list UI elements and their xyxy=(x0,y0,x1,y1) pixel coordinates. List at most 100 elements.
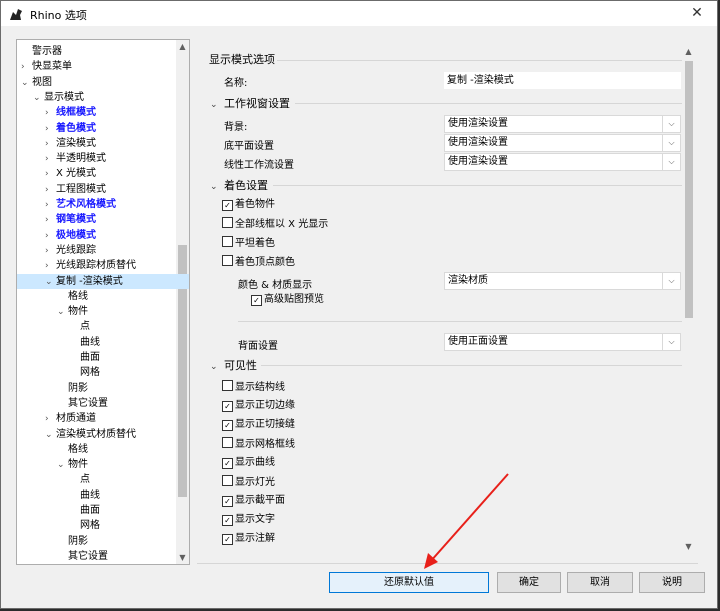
panel-scrollbar[interactable]: ▲ ▼ xyxy=(682,45,695,553)
chevron-right-icon[interactable]: › xyxy=(45,213,56,228)
chevron-down-icon[interactable]: ⌄ xyxy=(21,76,32,91)
tree-item[interactable]: 网格 xyxy=(69,518,100,533)
chevron-down-icon[interactable]: ⌵ xyxy=(662,116,680,132)
scroll-down-icon[interactable]: ▼ xyxy=(176,553,189,562)
checkbox-box[interactable]: ✓ xyxy=(222,200,233,211)
chevron-down-icon[interactable]: ⌄ xyxy=(210,362,224,372)
visibility-checkbox[interactable]: ✓ 显示文字 xyxy=(222,513,275,526)
cancel-button[interactable]: 取消 xyxy=(567,572,633,593)
chevron-down-icon[interactable]: ⌄ xyxy=(45,428,56,443)
visibility-checkbox[interactable]: 显示灯光 xyxy=(222,475,275,489)
restore-defaults-button[interactable]: 还原默认值 xyxy=(329,572,489,593)
tree-item[interactable]: › 极地模式 xyxy=(45,228,96,243)
scroll-down-icon[interactable]: ▼ xyxy=(682,542,695,551)
tree-item[interactable]: ⌄ 物件 xyxy=(57,304,88,319)
ok-button[interactable]: 确定 xyxy=(497,572,561,593)
tree-item[interactable]: › 快显菜单 xyxy=(21,59,72,74)
chevron-down-icon[interactable]: ⌵ xyxy=(662,135,680,151)
checkbox-box[interactable]: ✓ xyxy=(251,295,262,306)
chevron-right-icon[interactable]: › xyxy=(45,259,56,274)
chevron-down-icon[interactable]: ⌄ xyxy=(33,91,44,106)
tree-item[interactable]: › 工程图模式 xyxy=(45,182,106,197)
chevron-right-icon[interactable]: › xyxy=(21,60,32,75)
chevron-right-icon[interactable]: › xyxy=(45,229,56,244)
tree-item[interactable]: › 半透明模式 xyxy=(45,151,106,166)
checkbox-box[interactable] xyxy=(222,380,233,391)
linear-workflow-select[interactable]: 使用渲染设置 ⌵ xyxy=(444,153,681,171)
chevron-down-icon[interactable]: ⌵ xyxy=(662,154,680,170)
tree-item[interactable]: › 艺术风格模式 xyxy=(45,197,116,212)
hq-texture-checkbox[interactable]: ✓ 高级贴图预览 xyxy=(251,293,324,306)
visibility-checkbox[interactable]: ✓ 显示正切边缘 xyxy=(222,399,295,412)
tree-item[interactable]: › 钢笔模式 xyxy=(45,212,96,227)
tree-item[interactable]: 阴影 xyxy=(57,534,88,549)
tree-item[interactable]: 格线 xyxy=(57,289,88,304)
tree-item[interactable]: 点 xyxy=(69,472,90,487)
chevron-right-icon[interactable]: › xyxy=(45,137,56,152)
chevron-down-icon[interactable]: ⌄ xyxy=(210,100,224,110)
flat-shading-checkbox[interactable]: 平坦着色 xyxy=(222,236,275,250)
checkbox-box[interactable] xyxy=(222,475,233,486)
tree-item[interactable]: 曲线 xyxy=(69,335,100,350)
checkbox-box[interactable] xyxy=(222,236,233,247)
tree-item[interactable]: 曲面 xyxy=(69,503,100,518)
options-tree[interactable]: ▲ ▼ 警示器 › 快显菜单 ⌄ 视图 ⌄ 显示模式 › 线框模式 › 着色模式 › 渲染模式 › 半透明模… xyxy=(16,39,190,565)
tree-item[interactable]: ⌄ 复制 -渲染模式 xyxy=(17,273,189,290)
visibility-checkbox[interactable]: 显示结构线 xyxy=(222,380,285,394)
tree-item[interactable]: 其它设置 xyxy=(57,396,108,411)
visibility-checkbox[interactable]: 显示网格框线 xyxy=(222,437,295,451)
tree-item[interactable]: › 线框模式 xyxy=(45,105,96,120)
chevron-right-icon[interactable]: › xyxy=(45,198,56,213)
name-field[interactable]: 复制 -渲染模式 xyxy=(444,72,681,89)
chevron-down-icon[interactable]: ⌄ xyxy=(57,305,68,320)
tree-item[interactable]: › 着色模式 xyxy=(45,121,96,136)
backface-select[interactable]: 使用正面设置 ⌵ xyxy=(444,333,681,351)
visibility-checkbox[interactable]: ✓ 显示注解 xyxy=(222,532,275,545)
visibility-checkbox[interactable]: ✓ 显示正切接缝 xyxy=(222,418,295,431)
tree-item[interactable]: 点 xyxy=(69,319,90,334)
chevron-right-icon[interactable]: › xyxy=(45,122,56,137)
chevron-right-icon[interactable]: › xyxy=(45,106,56,121)
tree-item[interactable]: › 渲染模式 xyxy=(45,136,96,151)
chevron-right-icon[interactable]: › xyxy=(45,152,56,167)
xray-wire-checkbox[interactable]: 全部线框以 X 光显示 xyxy=(222,217,328,231)
chevron-down-icon[interactable]: ⌄ xyxy=(210,182,224,192)
tree-item[interactable]: ⌄ 显示模式 xyxy=(33,90,84,105)
tree-item[interactable]: 曲线 xyxy=(69,488,100,503)
tree-item[interactable]: › X 光模式 xyxy=(45,166,96,181)
checkbox-box[interactable]: ✓ xyxy=(222,515,233,526)
help-button[interactable]: 说明 xyxy=(639,572,705,593)
background-select[interactable]: 使用渲染设置 ⌵ xyxy=(444,115,681,133)
tree-item[interactable]: 网格 xyxy=(69,365,100,380)
visibility-checkbox[interactable]: ✓ 显示曲线 xyxy=(222,456,275,469)
tree-item[interactable]: › 光线跟踪 xyxy=(45,243,96,258)
close-icon[interactable]: ✕ xyxy=(677,1,717,26)
chevron-right-icon[interactable]: › xyxy=(45,412,56,427)
chevron-right-icon[interactable]: › xyxy=(45,167,56,182)
tree-item[interactable]: 阴影 xyxy=(57,381,88,396)
tree-scrollbar[interactable]: ▲ ▼ xyxy=(176,40,189,564)
tree-item[interactable]: ⌄ 物件 xyxy=(57,457,88,472)
checkbox-box[interactable]: ✓ xyxy=(222,496,233,507)
chevron-down-icon[interactable]: ⌄ xyxy=(57,458,68,473)
viewport-section[interactable]: ⌄ 工作视窗设置 xyxy=(210,95,290,111)
chevron-down-icon[interactable]: ⌄ xyxy=(45,275,56,290)
checkbox-box[interactable]: ✓ xyxy=(222,458,233,469)
ground-plane-select[interactable]: 使用渲染设置 ⌵ xyxy=(444,134,681,152)
chevron-down-icon[interactable]: ⌵ xyxy=(662,273,680,289)
color-material-select[interactable]: 渲染材质 ⌵ xyxy=(444,272,681,290)
scroll-up-icon[interactable]: ▲ xyxy=(682,47,695,56)
visibility-section[interactable]: ⌄ 可见性 xyxy=(210,357,257,373)
checkbox-box[interactable]: ✓ xyxy=(222,401,233,412)
vertex-colors-checkbox[interactable]: 着色顶点颜色 xyxy=(222,255,295,269)
shade-objects-checkbox[interactable]: ✓ 着色物件 xyxy=(222,198,275,211)
tree-item[interactable]: ⌄ 渲染模式材质替代 xyxy=(45,427,136,442)
checkbox-box[interactable]: ✓ xyxy=(222,534,233,545)
checkbox-box[interactable] xyxy=(222,437,233,448)
chevron-right-icon[interactable]: › xyxy=(45,183,56,198)
tree-item[interactable]: 格线 xyxy=(57,442,88,457)
chevron-down-icon[interactable]: ⌵ xyxy=(662,334,680,350)
tree-item[interactable]: 其它设置 xyxy=(57,549,108,564)
shading-section[interactable]: ⌄ 着色设置 xyxy=(210,177,268,193)
tree-item[interactable]: ⌄ 视图 xyxy=(21,75,52,90)
